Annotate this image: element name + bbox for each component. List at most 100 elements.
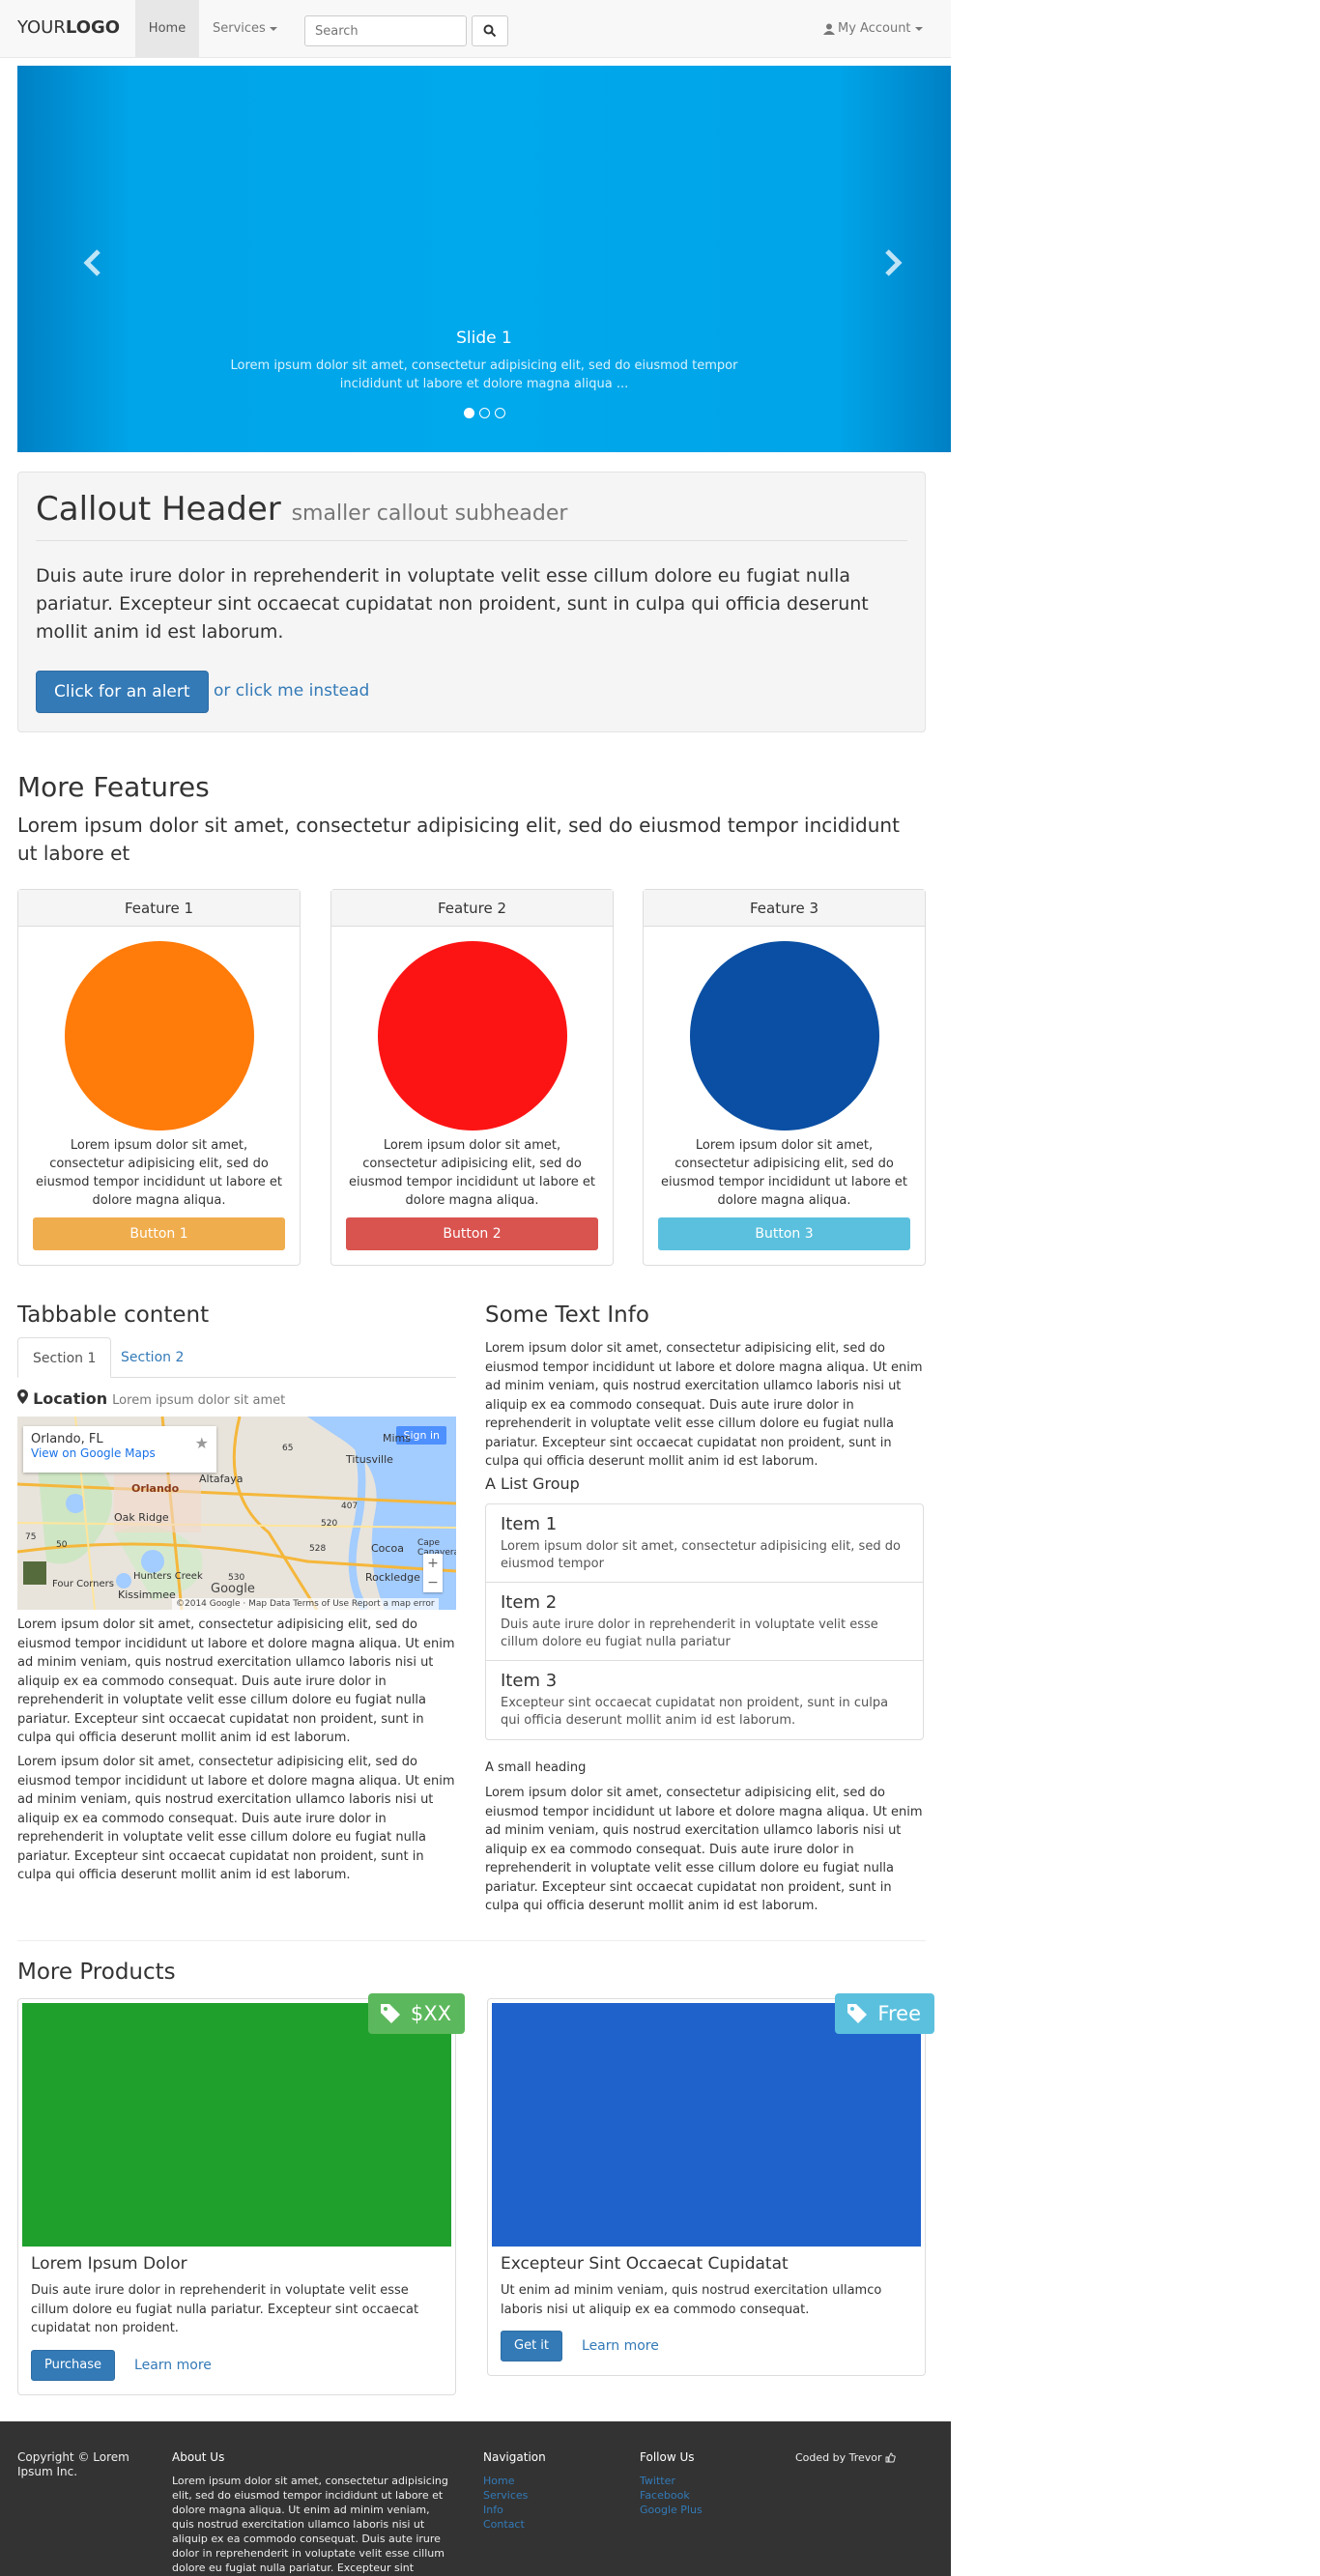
footer-navigation: Navigation Home Services Info Contact [483, 2450, 618, 2532]
product-card: Free Excepteur Sint Occaecat Cupidatat U… [487, 1993, 934, 2376]
map-label: Altafaya [199, 1473, 244, 1485]
map-road-number: 65 [282, 1444, 294, 1453]
feature-card: Feature 2 Lorem ipsum dolor sit amet, co… [330, 889, 614, 1266]
slide-caption: Slide 1 Lorem ipsum dolor sit amet, cons… [201, 329, 767, 393]
feature-card: Feature 3 Lorem ipsum dolor sit amet, co… [643, 889, 926, 1266]
search-input[interactable] [304, 15, 467, 46]
thumbs-up-icon [885, 2452, 897, 2463]
carousel-prev-button[interactable] [75, 243, 114, 282]
list-item-title: Item 3 [501, 1671, 558, 1691]
star-icon[interactable]: ★ [195, 1434, 209, 1452]
map-label: Mims [383, 1432, 411, 1445]
footer-credit: Coded by Trevor [795, 2450, 931, 2465]
divider [17, 1940, 926, 1941]
footer-link-info[interactable]: Info [483, 2503, 618, 2517]
map-view-link[interactable]: View on Google Maps [31, 1446, 209, 1460]
price-badge: $XX [367, 1993, 465, 2034]
price-label: Free [877, 2002, 921, 2025]
feature-text: Lorem ipsum dolor sit amet, consectetur … [660, 1138, 908, 1208]
chevron-left-icon [83, 249, 100, 276]
footer-link-services[interactable]: Services [483, 2488, 618, 2503]
location-label: Location [33, 1389, 108, 1408]
tab-section-2[interactable]: Section 2 [106, 1337, 198, 1378]
textinfo-paragraph: Lorem ipsum dolor sit amet, consectetur … [485, 1341, 923, 1469]
map-marker-icon [17, 1389, 28, 1404]
map-zoom-control[interactable]: + − [423, 1554, 443, 1592]
product-card: $XX Lorem Ipsum Dolor Duis aute irure do… [17, 1993, 465, 2395]
search-icon [483, 24, 497, 38]
textinfo-paragraph-2: Lorem ipsum dolor sit amet, consectetur … [485, 1786, 923, 1913]
map-label: Cocoa [371, 1542, 404, 1555]
feature-button[interactable]: Button 2 [346, 1217, 598, 1250]
get-it-button[interactable]: Get it [501, 2331, 563, 2361]
carousel-indicator[interactable] [495, 408, 505, 418]
footer-copyright: Copyright © Lorem Ipsum Inc. [17, 2450, 143, 2479]
callout-header: Callout Header smaller callout subheader [36, 490, 907, 541]
carousel-indicator[interactable] [464, 408, 474, 418]
nav-services-dropdown[interactable]: Services [213, 0, 277, 58]
feature-image [377, 941, 567, 1131]
list-item-title: Item 2 [501, 1592, 558, 1613]
footer-link-contact[interactable]: Contact [483, 2517, 618, 2532]
feature-button[interactable]: Button 1 [33, 1217, 285, 1250]
nav-home[interactable]: Home [135, 0, 199, 58]
caret-down-icon [269, 26, 277, 31]
map-road-number: 520 [321, 1519, 338, 1529]
brand-logo[interactable]: YOURLOGO [17, 17, 120, 38]
alt-link[interactable]: or click me instead [214, 681, 369, 701]
feature-text: Lorem ipsum dolor sit amet, consectetur … [348, 1138, 596, 1208]
footer-about: About Us Lorem ipsum dolor sit amet, con… [172, 2450, 452, 2576]
map-label: Kissimmee [118, 1589, 176, 1601]
coded-by-text: Coded by Trevor [795, 2451, 882, 2464]
feature-button[interactable]: Button 3 [658, 1217, 910, 1250]
brand-right: LOGO [65, 17, 121, 38]
list-item[interactable]: Item 2 Duis aute irure dolor in reprehen… [486, 1583, 923, 1661]
small-heading: A small heading [485, 1760, 587, 1775]
brand-left: YOUR [17, 17, 66, 38]
list-item[interactable]: Item 1 Lorem ipsum dolor sit amet, conse… [486, 1504, 923, 1583]
map-label: Oak Ridge [114, 1511, 169, 1524]
learn-more-link[interactable]: Learn more [134, 2358, 212, 2373]
tab-section-1[interactable]: Section 1 [17, 1337, 112, 1378]
footer-link-facebook[interactable]: Facebook [640, 2488, 775, 2503]
carousel-indicator[interactable] [479, 408, 490, 418]
list-group: Item 1 Lorem ipsum dolor sit amet, conse… [485, 1503, 924, 1740]
product-title: Lorem Ipsum Dolor [31, 2254, 187, 2274]
callout: Callout Header smaller callout subheader… [17, 472, 926, 732]
callout-title: Callout Header [36, 490, 281, 529]
map-embed[interactable]: Orlando, FL View on Google Maps ★ Sign i… [17, 1417, 456, 1610]
footer-link-twitter[interactable]: Twitter [640, 2474, 775, 2488]
product-text: Ut enim ad minim veniam, quis nostrud ex… [501, 2283, 882, 2317]
products-heading: More Products [17, 1960, 176, 1985]
map-label: Orlando [131, 1482, 180, 1495]
location-heading: Location Lorem ipsum dolor sit amet [17, 1389, 285, 1408]
list-item[interactable]: Item 3 Excepteur sint occaecat cupidatat… [486, 1661, 923, 1739]
footer-link-google-plus[interactable]: Google Plus [640, 2503, 775, 2517]
map-label: Rockledge [365, 1571, 420, 1584]
map-footer: ©2014 Google · Map Data Terms of Use Rep… [172, 1598, 439, 1610]
alert-button[interactable]: Click for an alert [36, 671, 209, 713]
slide-text: Lorem ipsum dolor sit amet, consectetur … [230, 358, 738, 391]
carousel: Slide 1 Lorem ipsum dolor sit amet, cons… [17, 66, 951, 452]
slide-title: Slide 1 [456, 329, 512, 348]
account-dropdown[interactable]: My Account [823, 0, 923, 58]
footer-link-home[interactable]: Home [483, 2474, 618, 2488]
price-badge: Free [835, 1993, 934, 2034]
learn-more-link[interactable]: Learn more [582, 2338, 659, 2354]
navigation-heading: Navigation [483, 2450, 546, 2464]
map-road-number: 75 [25, 1532, 37, 1542]
about-text: Lorem ipsum dolor sit amet, consectetur … [172, 2475, 448, 2574]
carousel-next-button[interactable] [872, 243, 910, 282]
map-road-number: 407 [341, 1502, 359, 1511]
purchase-button[interactable]: Purchase [31, 2349, 116, 2381]
map-label: Four Corners [52, 1579, 114, 1589]
map-road-number: 50 [56, 1540, 68, 1550]
feature-image [64, 941, 254, 1131]
chevron-right-icon [885, 249, 903, 276]
list-item-text: Excepteur sint occaecat cupidatat non pr… [501, 1696, 889, 1728]
search-button[interactable] [472, 15, 508, 46]
tab-paragraph-1: Lorem ipsum dolor sit amet, consectetur … [17, 1617, 455, 1745]
map-google-logo: Google [211, 1582, 255, 1596]
tab-paragraph-2: Lorem ipsum dolor sit amet, consectetur … [17, 1755, 455, 1882]
map-place: Orlando, FL [31, 1432, 103, 1446]
